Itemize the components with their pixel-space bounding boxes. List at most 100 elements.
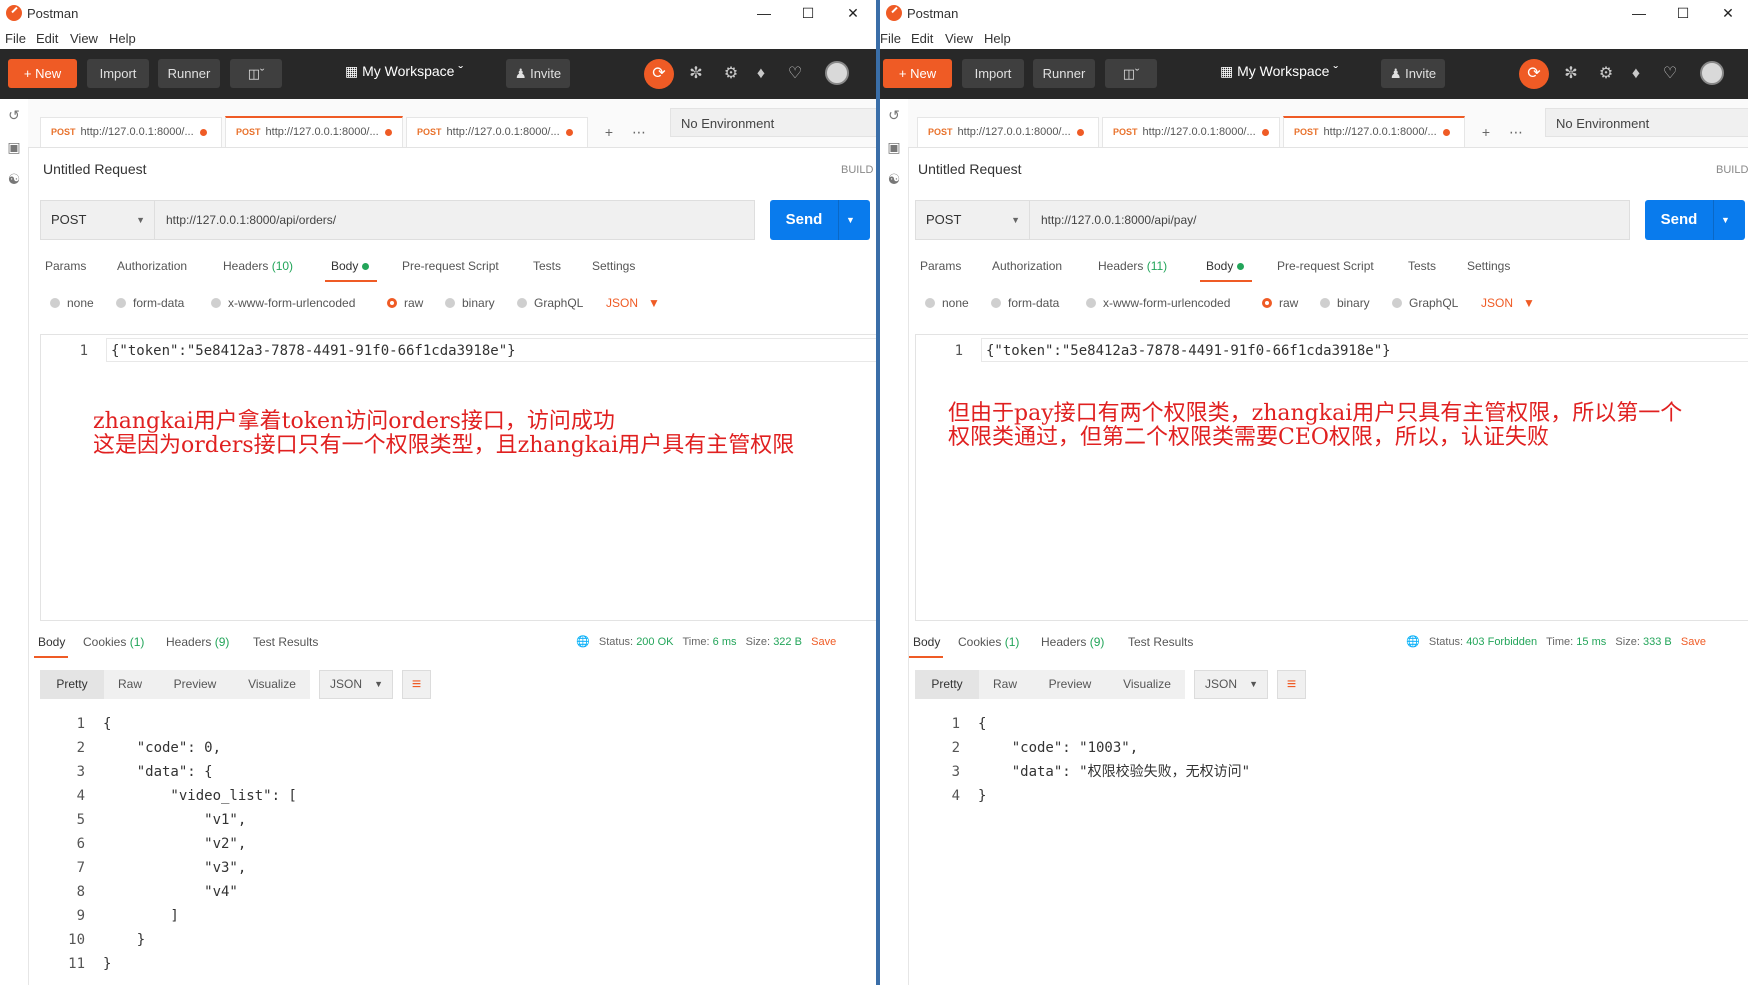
tab-tests[interactable]: Tests <box>1408 259 1436 273</box>
radio-graphql[interactable]: GraphQL <box>517 296 583 310</box>
sync-icon[interactable]: ⟳ <box>1519 59 1549 89</box>
import-button[interactable]: Import <box>962 59 1024 88</box>
menu-edit[interactable]: Edit <box>36 31 58 46</box>
response-tab-cookies[interactable]: Cookies (1) <box>83 635 144 649</box>
more-tabs-icon[interactable]: ⋯ <box>1507 123 1525 141</box>
wrap-lines-icon[interactable]: ≡ <box>402 670 431 699</box>
tab-body[interactable]: Body <box>331 259 370 273</box>
response-tab-test-results[interactable]: Test Results <box>253 635 318 649</box>
view-preview[interactable]: Preview <box>156 670 234 699</box>
response-tab-body[interactable]: Body <box>913 635 940 649</box>
tab-authorization[interactable]: Authorization <box>992 259 1062 273</box>
more-tabs-icon[interactable]: ⋯ <box>630 123 648 141</box>
runner-button[interactable]: Runner <box>1033 59 1095 88</box>
environment-select[interactable]: No Environment▼ <box>670 108 876 137</box>
radio-graphql[interactable]: GraphQL <box>1392 296 1458 310</box>
chevron-down-icon[interactable]: ▼ <box>846 200 855 240</box>
tab-params[interactable]: Params <box>45 259 86 273</box>
new-button[interactable]: + New <box>883 59 952 88</box>
workspace-selector[interactable]: ▦ My Workspace ˇ <box>1220 63 1338 80</box>
heart-icon[interactable]: ♡ <box>785 64 805 84</box>
build-label[interactable]: BUILD <box>841 164 873 176</box>
invite-button[interactable]: ♟ Invite <box>506 59 570 88</box>
radio-binary[interactable]: binary <box>1320 296 1370 310</box>
request-tab[interactable]: POST http://127.0.0.1:8000/... <box>406 117 588 147</box>
view-raw[interactable]: Raw <box>979 670 1031 699</box>
request-body-editor[interactable]: 1 {"token":"5e8412a3-7878-4491-91f0-66f1… <box>40 334 876 621</box>
response-format-select[interactable]: JSON ▼ <box>319 670 393 699</box>
collections-icon[interactable]: ▣ <box>6 139 22 155</box>
apis-icon[interactable]: ☯ <box>6 171 22 187</box>
raw-format-select[interactable]: JSON ▼ <box>606 296 660 310</box>
request-body-code[interactable]: {"token":"5e8412a3-7878-4491-91f0-66f1cd… <box>111 343 516 359</box>
import-button[interactable]: Import <box>87 59 149 88</box>
radio-none[interactable]: none <box>50 296 94 310</box>
menu-view[interactable]: View <box>945 31 973 46</box>
request-tab[interactable]: POST http://127.0.0.1:8000/... <box>917 117 1099 147</box>
satellite-icon[interactable]: ✼ <box>686 64 706 84</box>
menu-help[interactable]: Help <box>109 31 136 46</box>
request-tab-active[interactable]: POST http://127.0.0.1:8000/... <box>225 116 403 147</box>
request-tab[interactable]: POST http://127.0.0.1:8000/... <box>40 117 222 147</box>
url-input[interactable]: http://127.0.0.1:8000/api/pay/ <box>1030 200 1630 240</box>
minimize-icon[interactable]: — <box>754 3 774 23</box>
menu-view[interactable]: View <box>70 31 98 46</box>
tab-tests[interactable]: Tests <box>533 259 561 273</box>
bell-icon[interactable]: ♦ <box>751 64 771 84</box>
tab-settings[interactable]: Settings <box>1467 259 1510 273</box>
method-select[interactable]: POST ▼ <box>40 200 155 240</box>
gear-icon[interactable]: ⚙ <box>721 64 741 84</box>
menu-file[interactable]: File <box>5 31 26 46</box>
bell-icon[interactable]: ♦ <box>1626 64 1646 84</box>
avatar[interactable] <box>1700 61 1724 85</box>
response-tab-headers[interactable]: Headers (9) <box>1041 635 1104 649</box>
save-response-button[interactable]: Save <box>811 636 836 648</box>
minimize-icon[interactable]: — <box>1629 3 1649 23</box>
wrap-lines-icon[interactable]: ≡ <box>1277 670 1306 699</box>
invite-button[interactable]: ♟ Invite <box>1381 59 1445 88</box>
radio-form-data[interactable]: form-data <box>991 296 1059 310</box>
maximize-icon[interactable]: ☐ <box>798 3 818 23</box>
view-pretty[interactable]: Pretty <box>915 670 979 699</box>
tab-authorization[interactable]: Authorization <box>117 259 187 273</box>
menu-file[interactable]: File <box>880 31 901 46</box>
tab-params[interactable]: Params <box>920 259 961 273</box>
save-response-button[interactable]: Save <box>1681 636 1706 648</box>
view-visualize[interactable]: Visualize <box>1109 670 1185 699</box>
apis-icon[interactable]: ☯ <box>886 171 902 187</box>
url-input[interactable]: http://127.0.0.1:8000/api/orders/ <box>155 200 755 240</box>
sync-icon[interactable]: ⟳ <box>644 59 674 89</box>
response-tab-test-results[interactable]: Test Results <box>1128 635 1193 649</box>
collections-icon[interactable]: ▣ <box>886 139 902 155</box>
history-icon[interactable]: ↺ <box>6 107 22 123</box>
new-window-button[interactable]: ◫ˇ <box>1105 59 1157 88</box>
chevron-down-icon[interactable]: ▼ <box>1721 200 1730 240</box>
radio-form-data[interactable]: form-data <box>116 296 184 310</box>
menu-edit[interactable]: Edit <box>911 31 933 46</box>
tab-headers[interactable]: Headers (11) <box>1098 259 1167 273</box>
response-tab-headers[interactable]: Headers (9) <box>166 635 229 649</box>
radio-x-www-form-urlencoded[interactable]: x-www-form-urlencoded <box>211 296 355 310</box>
send-button[interactable]: Send ▼ <box>1645 200 1745 240</box>
satellite-icon[interactable]: ✼ <box>1561 64 1581 84</box>
radio-none[interactable]: none <box>925 296 969 310</box>
environment-select[interactable]: No Environment▼ <box>1545 108 1748 137</box>
new-window-button[interactable]: ◫ˇ <box>230 59 282 88</box>
gear-icon[interactable]: ⚙ <box>1596 64 1616 84</box>
view-raw[interactable]: Raw <box>104 670 156 699</box>
request-body-code[interactable]: {"token":"5e8412a3-7878-4491-91f0-66f1cd… <box>986 343 1391 359</box>
tab-headers[interactable]: Headers (10) <box>223 259 293 273</box>
view-pretty[interactable]: Pretty <box>40 670 104 699</box>
response-format-select[interactable]: JSON ▼ <box>1194 670 1268 699</box>
add-tab-icon[interactable]: + <box>1477 123 1495 141</box>
radio-raw[interactable]: raw <box>1262 296 1298 310</box>
view-preview[interactable]: Preview <box>1031 670 1109 699</box>
close-icon[interactable]: ✕ <box>843 3 863 23</box>
method-select[interactable]: POST ▼ <box>915 200 1030 240</box>
close-icon[interactable]: ✕ <box>1718 3 1738 23</box>
add-tab-icon[interactable]: + <box>600 123 618 141</box>
radio-raw[interactable]: raw <box>387 296 423 310</box>
radio-binary[interactable]: binary <box>445 296 495 310</box>
workspace-selector[interactable]: ▦ My Workspace ˇ <box>345 63 463 80</box>
response-tab-cookies[interactable]: Cookies (1) <box>958 635 1019 649</box>
